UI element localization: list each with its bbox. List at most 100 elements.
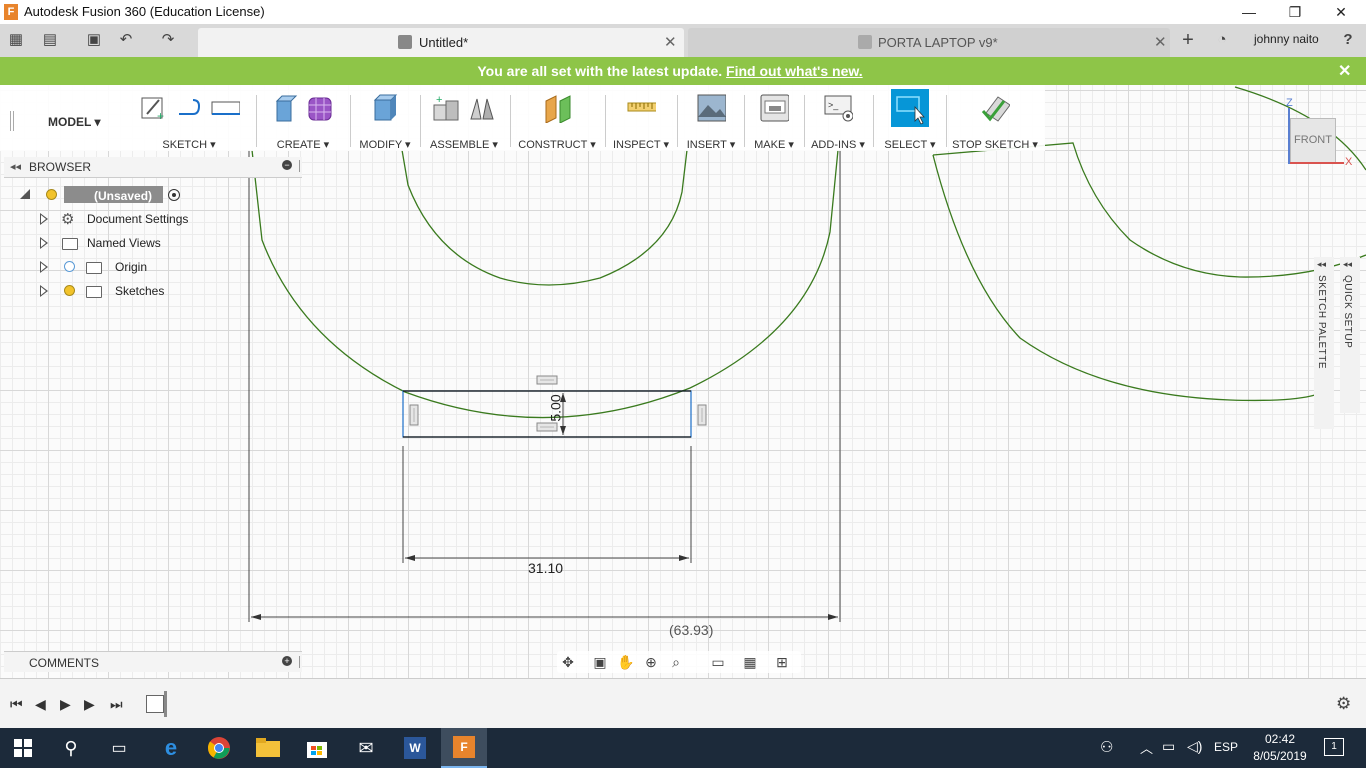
task-view-icon[interactable]: ▭: [96, 728, 142, 768]
fusion-360-taskbar-icon[interactable]: F: [441, 728, 487, 768]
look-at-icon[interactable]: ▣: [591, 654, 609, 670]
visibility-bulb-icon[interactable]: [46, 189, 57, 200]
comments-panel-header[interactable]: COMMENTS +: [4, 651, 302, 672]
measure-icon[interactable]: [626, 93, 656, 123]
create-group[interactable]: CREATE ▾: [258, 91, 348, 151]
viewports-icon[interactable]: ⊞: [773, 654, 791, 670]
search-icon[interactable]: ⚲: [48, 728, 94, 768]
insert-image-icon[interactable]: [696, 93, 726, 123]
undo-icon[interactable]: ↶: [116, 30, 136, 50]
width-dimension-value[interactable]: 31.10: [528, 560, 563, 576]
collapse-browser-icon[interactable]: ◂◂: [10, 160, 21, 173]
browser-panel-header[interactable]: ◂◂ BROWSER −: [4, 157, 302, 178]
orbit-icon[interactable]: ✥: [559, 654, 577, 670]
people-icon[interactable]: ⚇: [1100, 738, 1113, 756]
add-comment-icon[interactable]: +: [282, 656, 292, 666]
expand-palette-icon[interactable]: ◂◂: [1317, 259, 1326, 270]
browser-item-named-views[interactable]: Named Views: [0, 231, 300, 255]
press-pull-icon[interactable]: [370, 93, 400, 123]
add-ins-menu-label[interactable]: ADD-INS ▾: [806, 138, 870, 151]
step-forward-icon[interactable]: ▶: [84, 696, 95, 713]
help-icon[interactable]: ?: [1338, 30, 1358, 50]
offset-plane-icon[interactable]: [542, 93, 572, 123]
sketch-menu-label[interactable]: SKETCH ▾: [125, 138, 253, 151]
language-indicator[interactable]: ESP: [1214, 740, 1238, 754]
construct-group[interactable]: CONSTRUCT ▾: [512, 91, 602, 151]
form-icon[interactable]: [306, 93, 336, 123]
3d-print-icon[interactable]: [759, 93, 789, 123]
timeline-settings-gear-icon[interactable]: ⚙: [1336, 694, 1351, 714]
inspect-group[interactable]: INSPECT ▾: [607, 91, 675, 151]
job-status-icon[interactable]: ◔: [1212, 30, 1232, 50]
file-menu-icon[interactable]: ▤: [40, 30, 60, 50]
create-menu-label[interactable]: CREATE ▾: [258, 138, 348, 151]
whats-new-link[interactable]: Find out what's new.: [726, 63, 863, 79]
network-icon[interactable]: ▭: [1162, 738, 1175, 755]
construct-menu-label[interactable]: CONSTRUCT ▾: [512, 138, 602, 151]
stop-sketch-group[interactable]: STOP SKETCH ▾: [948, 91, 1042, 151]
modify-menu-label[interactable]: MODIFY ▾: [352, 138, 418, 151]
mail-icon[interactable]: ✉: [343, 728, 389, 768]
zoom-icon[interactable]: ⊕: [642, 654, 660, 670]
tab-untitled[interactable]: Untitled* ✕: [198, 28, 684, 57]
grid-settings-icon[interactable]: ▦: [741, 654, 759, 670]
tab-porta-laptop[interactable]: PORTA LAPTOP v9* ✕: [688, 28, 1170, 57]
redo-icon[interactable]: ↷: [158, 30, 178, 50]
display-settings-icon[interactable]: ▭: [709, 654, 727, 670]
grid-menu-icon[interactable]: ▦: [6, 30, 26, 50]
browser-item-sketches[interactable]: Sketches: [0, 279, 300, 303]
insert-group[interactable]: INSERT ▾: [679, 91, 743, 151]
line-icon[interactable]: [174, 93, 204, 123]
browser-options-icon[interactable]: −: [282, 160, 292, 170]
sketch-group[interactable]: + SKETCH ▾: [125, 91, 253, 151]
create-sketch-icon[interactable]: +: [138, 93, 168, 123]
save-icon[interactable]: ▣: [84, 30, 104, 50]
notification-center-icon[interactable]: 1: [1324, 738, 1344, 756]
extrude-icon[interactable]: [270, 93, 300, 123]
edge-icon[interactable]: e: [148, 728, 194, 768]
step-back-icon[interactable]: ◀: [35, 696, 46, 713]
zoom-window-icon[interactable]: ⌕: [667, 654, 685, 670]
new-component-icon[interactable]: +: [431, 93, 461, 123]
rectangle-icon[interactable]: [210, 93, 240, 123]
expanded-arrow-icon[interactable]: [20, 189, 30, 199]
clock-date[interactable]: 8/05/2019: [1250, 749, 1310, 763]
clock-time[interactable]: 02:42: [1250, 732, 1310, 746]
new-tab-button[interactable]: +: [1178, 30, 1198, 50]
viewcube[interactable]: FRONT: [1290, 118, 1336, 164]
close-tab-icon[interactable]: ✕: [1154, 33, 1167, 51]
visibility-bulb-icon[interactable]: [64, 285, 75, 296]
start-button-icon[interactable]: [0, 728, 46, 768]
show-hidden-icons-icon[interactable]: ︿: [1140, 738, 1153, 757]
chrome-icon[interactable]: [196, 728, 242, 768]
overall-dimension-value[interactable]: (63.93): [669, 622, 713, 638]
inspect-menu-label[interactable]: INSPECT ▾: [607, 138, 675, 151]
file-explorer-icon[interactable]: [245, 728, 291, 768]
user-name[interactable]: johnny naito: [1254, 32, 1319, 46]
sketch-timeline-icon[interactable]: [146, 695, 164, 713]
assemble-menu-label[interactable]: ASSEMBLE ▾: [422, 138, 506, 151]
modify-group[interactable]: MODIFY ▾: [352, 91, 418, 151]
height-dimension-value[interactable]: 5.00: [548, 394, 564, 421]
select-group[interactable]: SELECT ▾: [875, 89, 945, 151]
close-banner-icon[interactable]: ✕: [1338, 61, 1351, 81]
play-icon[interactable]: ▶: [60, 696, 71, 713]
store-icon[interactable]: [294, 728, 340, 768]
maximize-button[interactable]: ❐: [1272, 0, 1318, 24]
panel-grip-icon[interactable]: [299, 160, 302, 172]
stop-sketch-menu-label[interactable]: STOP SKETCH ▾: [948, 138, 1042, 151]
sketch-palette-tab[interactable]: ◂◂ SKETCH PALETTE: [1314, 257, 1334, 429]
go-to-end-icon[interactable]: ⏭: [110, 696, 123, 713]
browser-item-unsaved[interactable]: (Unsaved): [0, 183, 300, 207]
joint-icon[interactable]: [467, 93, 497, 123]
browser-item-document-settings[interactable]: ⚙ Document Settings: [0, 207, 300, 231]
stop-sketch-icon[interactable]: [980, 93, 1010, 123]
expand-palette-icon[interactable]: ◂◂: [1343, 259, 1352, 270]
volume-icon[interactable]: ◁): [1187, 738, 1202, 755]
scripts-icon[interactable]: >_: [823, 93, 853, 123]
quick-setup-tab[interactable]: ◂◂ QUICK SETUP: [1340, 257, 1360, 413]
close-button[interactable]: ✕: [1318, 0, 1364, 24]
add-ins-group[interactable]: >_ ADD-INS ▾: [806, 91, 870, 151]
visibility-bulb-off-icon[interactable]: [64, 261, 75, 272]
browser-item-origin[interactable]: Origin: [0, 255, 300, 279]
